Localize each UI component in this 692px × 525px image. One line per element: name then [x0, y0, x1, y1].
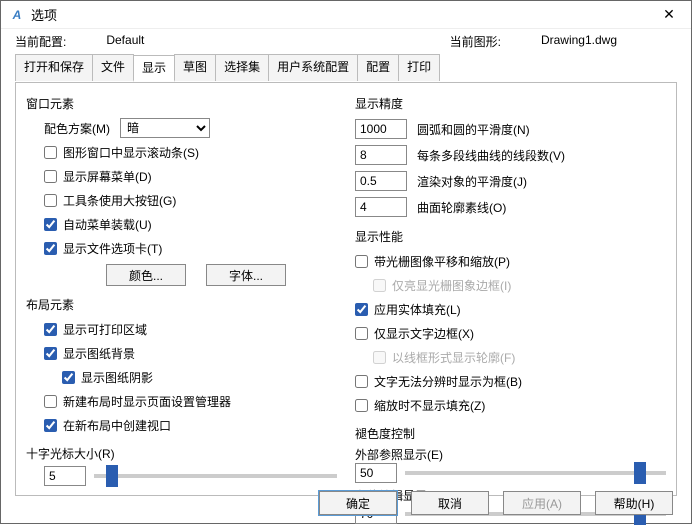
current-config-value: Default: [106, 33, 144, 50]
crosshair-slider[interactable]: [94, 474, 337, 478]
printable-checkbox[interactable]: [44, 323, 57, 336]
config-row: 当前配置: Default 当前图形: Drawing1.dwg: [1, 29, 691, 52]
seg-input[interactable]: [355, 145, 407, 165]
tab-user-sys[interactable]: 用户系统配置: [268, 54, 358, 81]
largebtn-checkbox[interactable]: [44, 194, 57, 207]
screenmenu-label: 显示屏幕菜单(D): [63, 168, 152, 185]
textframe-checkbox[interactable]: [355, 327, 368, 340]
titlebar: A 选项 ✕: [1, 1, 691, 29]
scrollbar-checkbox[interactable]: [44, 146, 57, 159]
tab-display[interactable]: 显示: [133, 55, 175, 82]
raster-checkbox[interactable]: [355, 255, 368, 268]
seg-label: 每条多段线曲线的线段数(V): [417, 147, 565, 164]
papershadow-label: 显示图纸阴影: [81, 369, 153, 386]
xref-input[interactable]: [355, 463, 397, 483]
surf-input[interactable]: [355, 197, 407, 217]
printable-label: 显示可打印区域: [63, 321, 147, 338]
fonts-button[interactable]: 字体...: [206, 264, 286, 286]
frameonly-label: 文字无法分辨时显示为框(B): [374, 373, 522, 390]
viewport-checkbox[interactable]: [44, 419, 57, 432]
viewport-label: 在新布局中创建视口: [63, 417, 171, 434]
layout-elements-title: 布局元素: [26, 296, 337, 313]
autoload-label: 自动菜单装载(U): [63, 216, 152, 233]
color-scheme-select[interactable]: 暗: [120, 118, 210, 138]
autoload-checkbox[interactable]: [44, 218, 57, 231]
performance-title: 显示性能: [355, 228, 666, 245]
surf-label: 曲面轮廓素线(O): [417, 199, 506, 216]
colors-button[interactable]: 颜色...: [106, 264, 186, 286]
tab-open-save[interactable]: 打开和保存: [15, 54, 93, 81]
render-input[interactable]: [355, 171, 407, 191]
window-elements-title: 窗口元素: [26, 95, 337, 112]
papershadow-checkbox[interactable]: [62, 371, 75, 384]
filetab-label: 显示文件选项卡(T): [63, 240, 162, 257]
left-column: 窗口元素 配色方案(M) 暗 图形窗口中显示滚动条(S) 显示屏幕菜单(D) 工…: [26, 91, 337, 487]
color-scheme-label: 配色方案(M): [44, 120, 110, 137]
dialog-buttons: 确定 取消 应用(A) 帮助(H): [319, 491, 673, 515]
current-config-label: 当前配置:: [15, 33, 66, 50]
screenmenu-checkbox[interactable]: [44, 170, 57, 183]
paperbg-label: 显示图纸背景: [63, 345, 135, 362]
options-dialog: A 选项 ✕ 当前配置: Default 当前图形: Drawing1.dwg …: [0, 0, 692, 524]
frameonly-checkbox[interactable]: [355, 375, 368, 388]
xref-label: 外部参照显示(E): [355, 446, 666, 463]
pagemgr-checkbox[interactable]: [44, 395, 57, 408]
precision-title: 显示精度: [355, 95, 666, 112]
scrollbar-label: 图形窗口中显示滚动条(S): [63, 144, 199, 161]
cancel-button[interactable]: 取消: [411, 491, 489, 515]
fade-title: 褪色度控制: [355, 425, 666, 442]
current-drawing-label: 当前图形:: [450, 33, 501, 50]
textframe-label: 仅显示文字边框(X): [374, 325, 474, 342]
nofill-checkbox[interactable]: [355, 399, 368, 412]
wire-disabled-label: 以线框形式显示轮廓(F): [392, 349, 515, 366]
window-title: 选项: [31, 5, 655, 24]
frame-disabled-checkbox: [373, 279, 386, 292]
largebtn-label: 工具条使用大按钮(G): [63, 192, 176, 209]
ok-button[interactable]: 确定: [319, 491, 397, 515]
solidfill-label: 应用实体填充(L): [374, 301, 461, 318]
tab-strip: 打开和保存 文件 显示 草图 选择集 用户系统配置 配置 打印: [1, 54, 691, 82]
help-button[interactable]: 帮助(H): [595, 491, 673, 515]
paperbg-checkbox[interactable]: [44, 347, 57, 360]
wire-disabled-checkbox: [373, 351, 386, 364]
arc-input[interactable]: [355, 119, 407, 139]
tab-print[interactable]: 打印: [398, 54, 440, 81]
tab-selection[interactable]: 选择集: [215, 54, 269, 81]
right-column: 显示精度 圆弧和圆的平滑度(N) 每条多段线曲线的线段数(V) 渲染对象的平滑度…: [355, 91, 666, 487]
current-drawing-value: Drawing1.dwg: [541, 33, 617, 50]
xref-slider[interactable]: [405, 471, 666, 475]
crosshair-title: 十字光标大小(R): [26, 445, 337, 462]
nofill-label: 缩放时不显示填充(Z): [374, 397, 485, 414]
tab-sketch[interactable]: 草图: [174, 54, 216, 81]
app-icon: A: [9, 7, 25, 23]
filetab-checkbox[interactable]: [44, 242, 57, 255]
tab-files[interactable]: 文件: [92, 54, 134, 81]
close-icon[interactable]: ✕: [655, 1, 683, 29]
tab-panel: 窗口元素 配色方案(M) 暗 图形窗口中显示滚动条(S) 显示屏幕菜单(D) 工…: [15, 82, 677, 496]
tab-profiles[interactable]: 配置: [357, 54, 399, 81]
pagemgr-label: 新建布局时显示页面设置管理器: [63, 393, 231, 410]
apply-button[interactable]: 应用(A): [503, 491, 581, 515]
solidfill-checkbox[interactable]: [355, 303, 368, 316]
render-label: 渲染对象的平滑度(J): [417, 173, 527, 190]
frame-disabled-label: 仅亮显光栅图象边框(I): [392, 277, 511, 294]
arc-label: 圆弧和圆的平滑度(N): [417, 121, 530, 138]
raster-label: 带光栅图像平移和缩放(P): [374, 253, 510, 270]
crosshair-input[interactable]: [44, 466, 86, 486]
